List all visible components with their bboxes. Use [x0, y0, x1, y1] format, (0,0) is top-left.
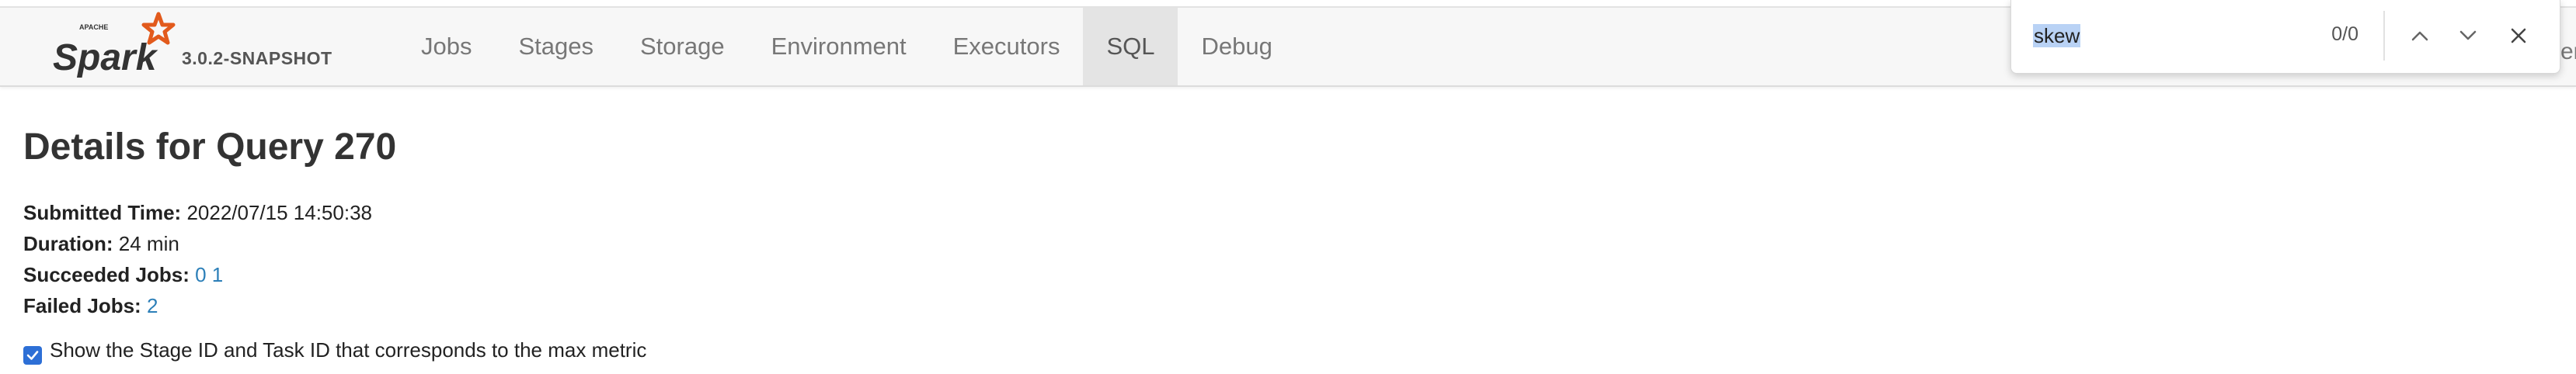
submitted-time-label: Submitted Time: — [23, 201, 182, 224]
submitted-time-row: Submitted Time: 2022/07/15 14:50:38 — [23, 197, 2509, 228]
checkmark-icon — [26, 350, 39, 360]
find-input[interactable]: skew — [2033, 22, 2359, 50]
find-divider — [2383, 11, 2385, 61]
find-query-selected: skew — [2033, 24, 2081, 47]
succeeded-jobs-row: Succeeded Jobs: 0 1 — [23, 259, 2509, 290]
app-name-truncated: er — [2560, 39, 2576, 64]
max-metric-option: Show the Stage ID and Task ID that corre… — [23, 338, 2509, 365]
close-icon — [2511, 28, 2526, 43]
failed-job-link[interactable]: 2 — [147, 294, 158, 317]
failed-jobs-label: Failed Jobs: — [23, 294, 141, 317]
tab-storage[interactable]: Storage — [617, 8, 748, 85]
find-match-count: 0/0 — [2331, 23, 2358, 45]
logo-apache-text: APACHE — [79, 23, 108, 31]
max-metric-checkbox-label[interactable]: Show the Stage ID and Task ID that corre… — [50, 338, 646, 362]
tab-debug[interactable]: Debug — [1178, 8, 1295, 85]
page-title: Details for Query 270 — [23, 126, 397, 168]
tab-jobs[interactable]: Jobs — [398, 8, 495, 85]
succeeded-job-link[interactable]: 1 — [212, 263, 223, 286]
spark-logo[interactable]: APACHE Spark — [51, 11, 176, 78]
duration-value: 24 min — [118, 232, 179, 255]
succeeded-jobs-label: Succeeded Jobs: — [23, 263, 190, 286]
tab-executors[interactable]: Executors — [930, 8, 1084, 85]
find-previous-button[interactable] — [2403, 19, 2437, 53]
spark-version: 3.0.2-SNAPSHOT — [182, 48, 332, 68]
query-summary: Submitted Time: 2022/07/15 14:50:38 Dura… — [23, 197, 2509, 321]
nav-tabs: Jobs Stages Storage Environment Executor… — [398, 8, 1296, 85]
tab-sql[interactable]: SQL — [1083, 8, 1178, 85]
chevron-down-icon — [2459, 30, 2477, 40]
brand[interactable]: APACHE Spark 3.0.2-SNAPSHOT — [51, 8, 362, 85]
max-metric-checkbox[interactable] — [23, 345, 42, 365]
duration-label: Duration: — [23, 232, 113, 255]
tab-stages[interactable]: Stages — [495, 8, 617, 85]
duration-row: Duration: 24 min — [23, 228, 2509, 259]
find-close-button[interactable] — [2501, 19, 2536, 53]
submitted-time-value: 2022/07/15 14:50:38 — [186, 201, 372, 224]
find-next-button[interactable] — [2451, 19, 2485, 53]
tab-environment[interactable]: Environment — [748, 8, 930, 85]
chevron-up-icon — [2411, 31, 2428, 41]
failed-jobs-row: Failed Jobs: 2 — [23, 290, 2509, 321]
succeeded-job-link[interactable]: 0 — [195, 263, 206, 286]
main-content: Details for Query 270 Submitted Time: 20… — [23, 124, 2509, 365]
logo-spark-text: Spark — [53, 37, 158, 78]
